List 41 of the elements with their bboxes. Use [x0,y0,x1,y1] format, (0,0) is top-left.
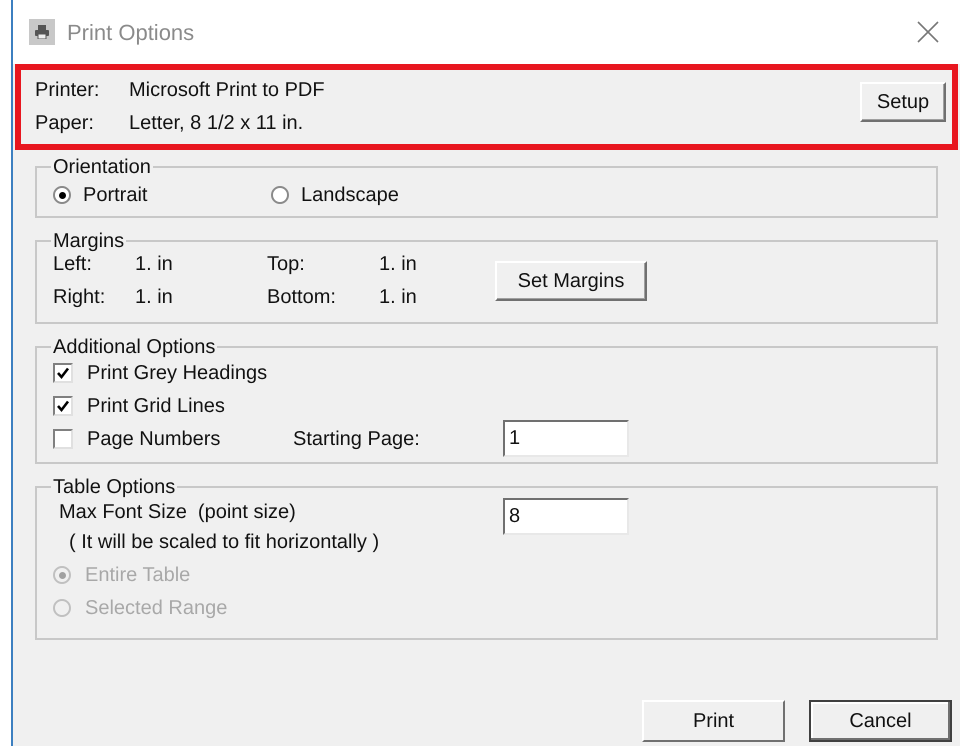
checkbox[interactable] [53,396,73,416]
checkbox-label: Print Grey Headings [87,360,268,386]
radio-label: Landscape [301,183,399,208]
margin-value: 1. in [135,252,174,277]
margin-label: Left: [53,252,93,277]
check-icon [56,398,70,412]
margin-label: Top: [267,252,306,277]
checkbox-label: Print Grid Lines [87,394,226,418]
setup-button[interactable]: Setup [860,82,946,122]
check-icon [56,366,70,380]
field-label: Paper: [35,111,95,136]
printer-icon [29,19,55,45]
dialog-button[interactable]: Cancel [809,700,952,742]
group-label: Orientation [52,156,152,178]
printer-name: Microsoft Print to PDF [129,78,325,103]
margin-label: Right: [53,285,106,310]
hint-text: ( It will be scaled to fit horizontally ) [69,530,380,555]
input-field[interactable]: 1 [503,420,629,457]
group-label: Additional Options [52,336,216,358]
margin-value: 1. in [379,252,418,277]
margin-value: 1. in [135,285,174,310]
checkbox[interactable] [53,362,73,382]
field-label: Starting Page: [293,426,421,452]
radio-label: Selected Range [85,596,228,621]
checkbox[interactable] [53,428,73,448]
margin-label: Bottom: [267,285,337,310]
group-label: Table Options [52,476,176,498]
dialog-button[interactable]: Print [642,700,785,742]
radio-label: Portrait [83,183,148,208]
paper-size: Letter, 8 1/2 x 11 in. [129,111,304,136]
set-margins-button[interactable]: Set Margins [495,261,647,301]
margin-value: 1. in [379,285,418,310]
window-title: Print Options [67,18,194,47]
radio-label: Entire Table [85,563,190,588]
field-label: Max Font Size (point size) [59,500,297,525]
radio-button[interactable] [53,186,71,204]
checkbox-label: Page Numbers [87,426,222,452]
group-label: Margins [52,230,126,252]
field-label: Printer: [35,78,100,103]
radio-button[interactable] [271,186,289,204]
input-field[interactable]: 8 [503,498,629,535]
